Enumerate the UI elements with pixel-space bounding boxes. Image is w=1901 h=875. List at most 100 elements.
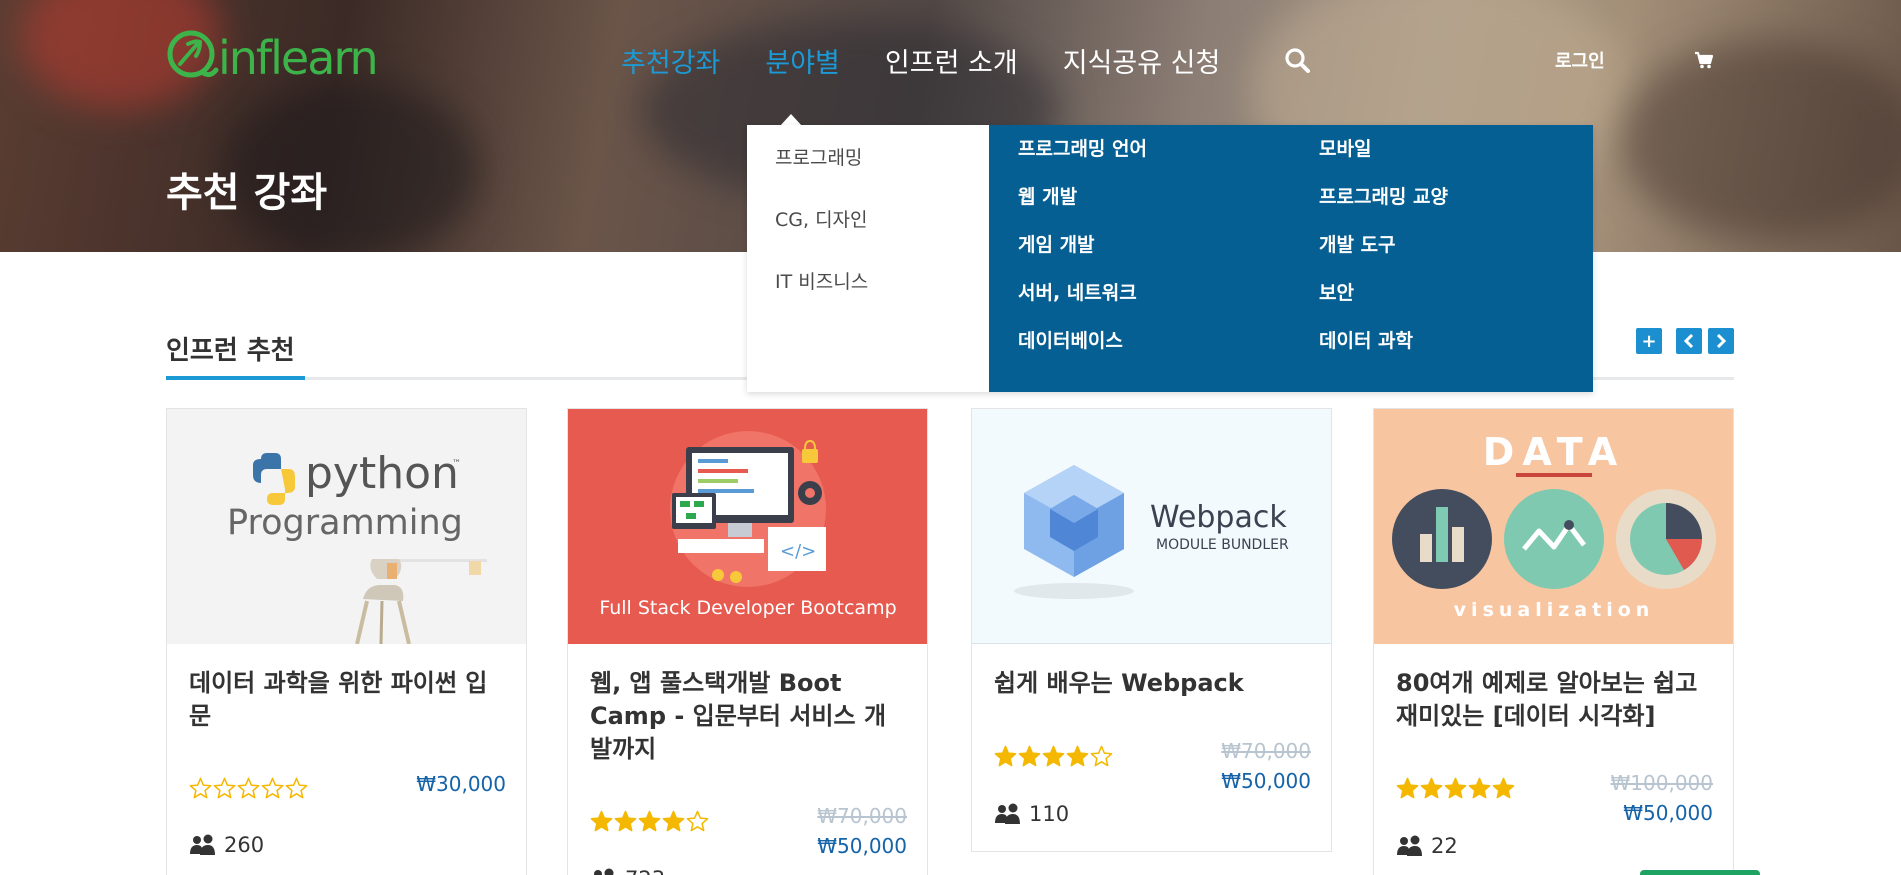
subcategory-data-science[interactable]: 데이터 과학 xyxy=(1319,327,1448,375)
course-card[interactable]: DATA visualization 80여개 예제로 알아보는 쉽고 재미있는… xyxy=(1373,408,1734,875)
star-filled-icon xyxy=(1444,777,1467,799)
category-programming[interactable]: 프로그래밍 xyxy=(747,143,989,205)
course-title[interactable]: 80여개 예제로 알아보는 쉽고 재미있는 [데이터 시각화] xyxy=(1396,667,1714,733)
thumb-python-text: python xyxy=(305,448,459,499)
rating-stars xyxy=(590,810,709,832)
subcategory-database[interactable]: 데이터베이스 xyxy=(1018,327,1147,375)
subcategory-game-dev[interactable]: 게임 개발 xyxy=(1018,231,1147,279)
chevron-right-icon xyxy=(1716,334,1727,348)
users-icon xyxy=(190,834,215,855)
rating-stars xyxy=(189,777,308,799)
course-card[interactable]: python ™ Programming 데이터 과학을 위한 파이썬 입문 ₩… xyxy=(166,408,527,875)
inflearn-logo[interactable]: inflearn xyxy=(166,28,428,84)
course-card[interactable]: </> Full Stack Developer Bootcamp 웹, 앱 풀… xyxy=(567,408,928,875)
subcategory-security[interactable]: 보안 xyxy=(1319,279,1448,327)
section-title: 인프런 추천 xyxy=(166,336,295,366)
nav-about[interactable]: 인프런 소개 xyxy=(885,41,1018,80)
student-count-value: 110 xyxy=(1029,802,1070,826)
student-count: 22 xyxy=(1396,834,1458,858)
category-it-business[interactable]: IT 비즈니스 xyxy=(747,267,989,329)
star-empty-icon xyxy=(189,777,212,799)
course-title[interactable]: 데이터 과학을 위한 파이썬 입문 xyxy=(189,667,507,733)
search-icon[interactable] xyxy=(1284,47,1310,73)
star-filled-icon xyxy=(1396,777,1419,799)
student-count-value: 22 xyxy=(1431,834,1458,858)
star-filled-icon xyxy=(994,745,1017,767)
course-title[interactable]: 쉽게 배우는 Webpack xyxy=(994,667,1312,700)
subcategory-programming-language[interactable]: 프로그래밍 언어 xyxy=(1018,135,1147,183)
shopping-cart-icon[interactable] xyxy=(1694,51,1714,69)
thumb-programming-text: Programming xyxy=(227,503,463,543)
page: inflearn 추천강좌 분야별 인프런 소개 지식공유 신청 로그인 추천 … xyxy=(0,0,1901,875)
users-icon xyxy=(1397,835,1422,856)
star-filled-icon xyxy=(638,810,661,832)
subcategory-programming-culture[interactable]: 프로그래밍 교양 xyxy=(1319,183,1448,231)
course-price: ₩30,000 xyxy=(416,772,506,796)
main-nav: 추천강좌 분야별 인프런 소개 지식공유 신청 xyxy=(621,41,1265,80)
star-filled-icon xyxy=(1066,745,1089,767)
svg-text:™: ™ xyxy=(452,459,461,469)
course-title[interactable]: 웹, 앱 풀스택개발 Boot Camp - 입문부터 서비스 개발까지 xyxy=(590,667,908,766)
star-filled-icon xyxy=(614,810,637,832)
svg-text:MODULE BUNDLER: MODULE BUNDLER xyxy=(1156,537,1289,553)
thumb-webpack-text: Webpack xyxy=(1150,500,1287,535)
category-list: 프로그래밍 CG, 디자인 IT 비즈니스 xyxy=(747,125,989,392)
star-filled-icon xyxy=(1042,745,1065,767)
student-count-value: 260 xyxy=(224,833,265,857)
student-count-value: 723 xyxy=(625,867,665,875)
subcategory-mobile[interactable]: 모바일 xyxy=(1319,135,1448,183)
subcategory-server-network[interactable]: 서버, 네트워크 xyxy=(1018,279,1147,327)
carousel-next-button[interactable] xyxy=(1708,328,1734,354)
subcategory-dev-tools[interactable]: 개발 도구 xyxy=(1319,231,1448,279)
star-empty-icon xyxy=(213,777,236,799)
page-title: 추천 강좌 xyxy=(166,170,328,216)
star-filled-icon xyxy=(590,810,613,832)
subcategory-web-dev[interactable]: 웹 개발 xyxy=(1018,183,1147,231)
subcategory-column-1: 프로그래밍 언어 웹 개발 게임 개발 서버, 네트워크 데이터베이스 xyxy=(1018,135,1147,375)
course-card[interactable]: Webpack MODULE BUNDLER 쉽게 배우는 Webpack ₩7… xyxy=(971,408,1332,852)
star-empty-icon xyxy=(686,810,709,832)
section-title-underline xyxy=(166,376,305,380)
thumb-visualization-text: visualization xyxy=(1454,599,1655,621)
star-empty-icon xyxy=(261,777,284,799)
student-count: 260 xyxy=(189,833,264,857)
chevron-left-icon xyxy=(1683,334,1694,348)
star-empty-icon xyxy=(237,777,260,799)
login-link[interactable]: 로그인 xyxy=(1555,47,1605,73)
svg-text:</>: </> xyxy=(780,541,816,562)
thumb-data-text: DATA xyxy=(1483,430,1625,474)
thumb-bootcamp-text: Full Stack Developer Bootcamp xyxy=(599,597,896,619)
rating-stars xyxy=(1396,777,1515,799)
star-filled-icon xyxy=(662,810,685,832)
student-count: 110 xyxy=(994,802,1069,826)
star-filled-icon xyxy=(1468,777,1491,799)
category-mega-menu: 프로그래밍 CG, 디자인 IT 비즈니스 프로그래밍 언어 웹 개발 게임 개… xyxy=(747,125,1593,392)
course-old-price: ₩70,000 xyxy=(1221,739,1311,763)
category-cg-design[interactable]: CG, 디자인 xyxy=(747,205,989,267)
subcategory-column-2: 모바일 프로그래밍 교양 개발 도구 보안 데이터 과학 xyxy=(1319,135,1448,375)
course-thumbnail: </> Full Stack Developer Bootcamp xyxy=(568,409,927,644)
nav-by-field[interactable]: 분야별 xyxy=(765,41,840,80)
more-button[interactable]: + xyxy=(1636,328,1662,354)
nav-instructor-apply[interactable]: 지식공유 신청 xyxy=(1063,41,1221,80)
floating-button-edge xyxy=(1640,870,1760,875)
users-icon xyxy=(594,868,614,875)
logo-text: inflearn xyxy=(218,31,377,84)
course-old-price: ₩100,000 xyxy=(1610,771,1713,795)
star-empty-icon xyxy=(285,777,308,799)
course-thumbnail: Webpack MODULE BUNDLER xyxy=(972,409,1331,644)
star-filled-icon xyxy=(1018,745,1041,767)
course-price: ₩50,000 xyxy=(1221,769,1311,793)
course-thumbnail: python ™ Programming xyxy=(167,409,526,644)
student-count: 723 xyxy=(590,867,665,875)
carousel-prev-button[interactable] xyxy=(1676,328,1702,354)
subcategory-panel: 프로그래밍 언어 웹 개발 게임 개발 서버, 네트워크 데이터베이스 모바일 … xyxy=(989,125,1593,392)
users-icon xyxy=(995,803,1020,824)
rating-stars xyxy=(994,745,1113,767)
nav-recommended[interactable]: 추천강좌 xyxy=(621,41,720,80)
course-price: ₩50,000 xyxy=(817,834,907,858)
course-thumbnail: DATA visualization xyxy=(1374,409,1733,644)
star-empty-icon xyxy=(1090,745,1113,767)
star-filled-icon xyxy=(1492,777,1515,799)
star-filled-icon xyxy=(1420,777,1443,799)
